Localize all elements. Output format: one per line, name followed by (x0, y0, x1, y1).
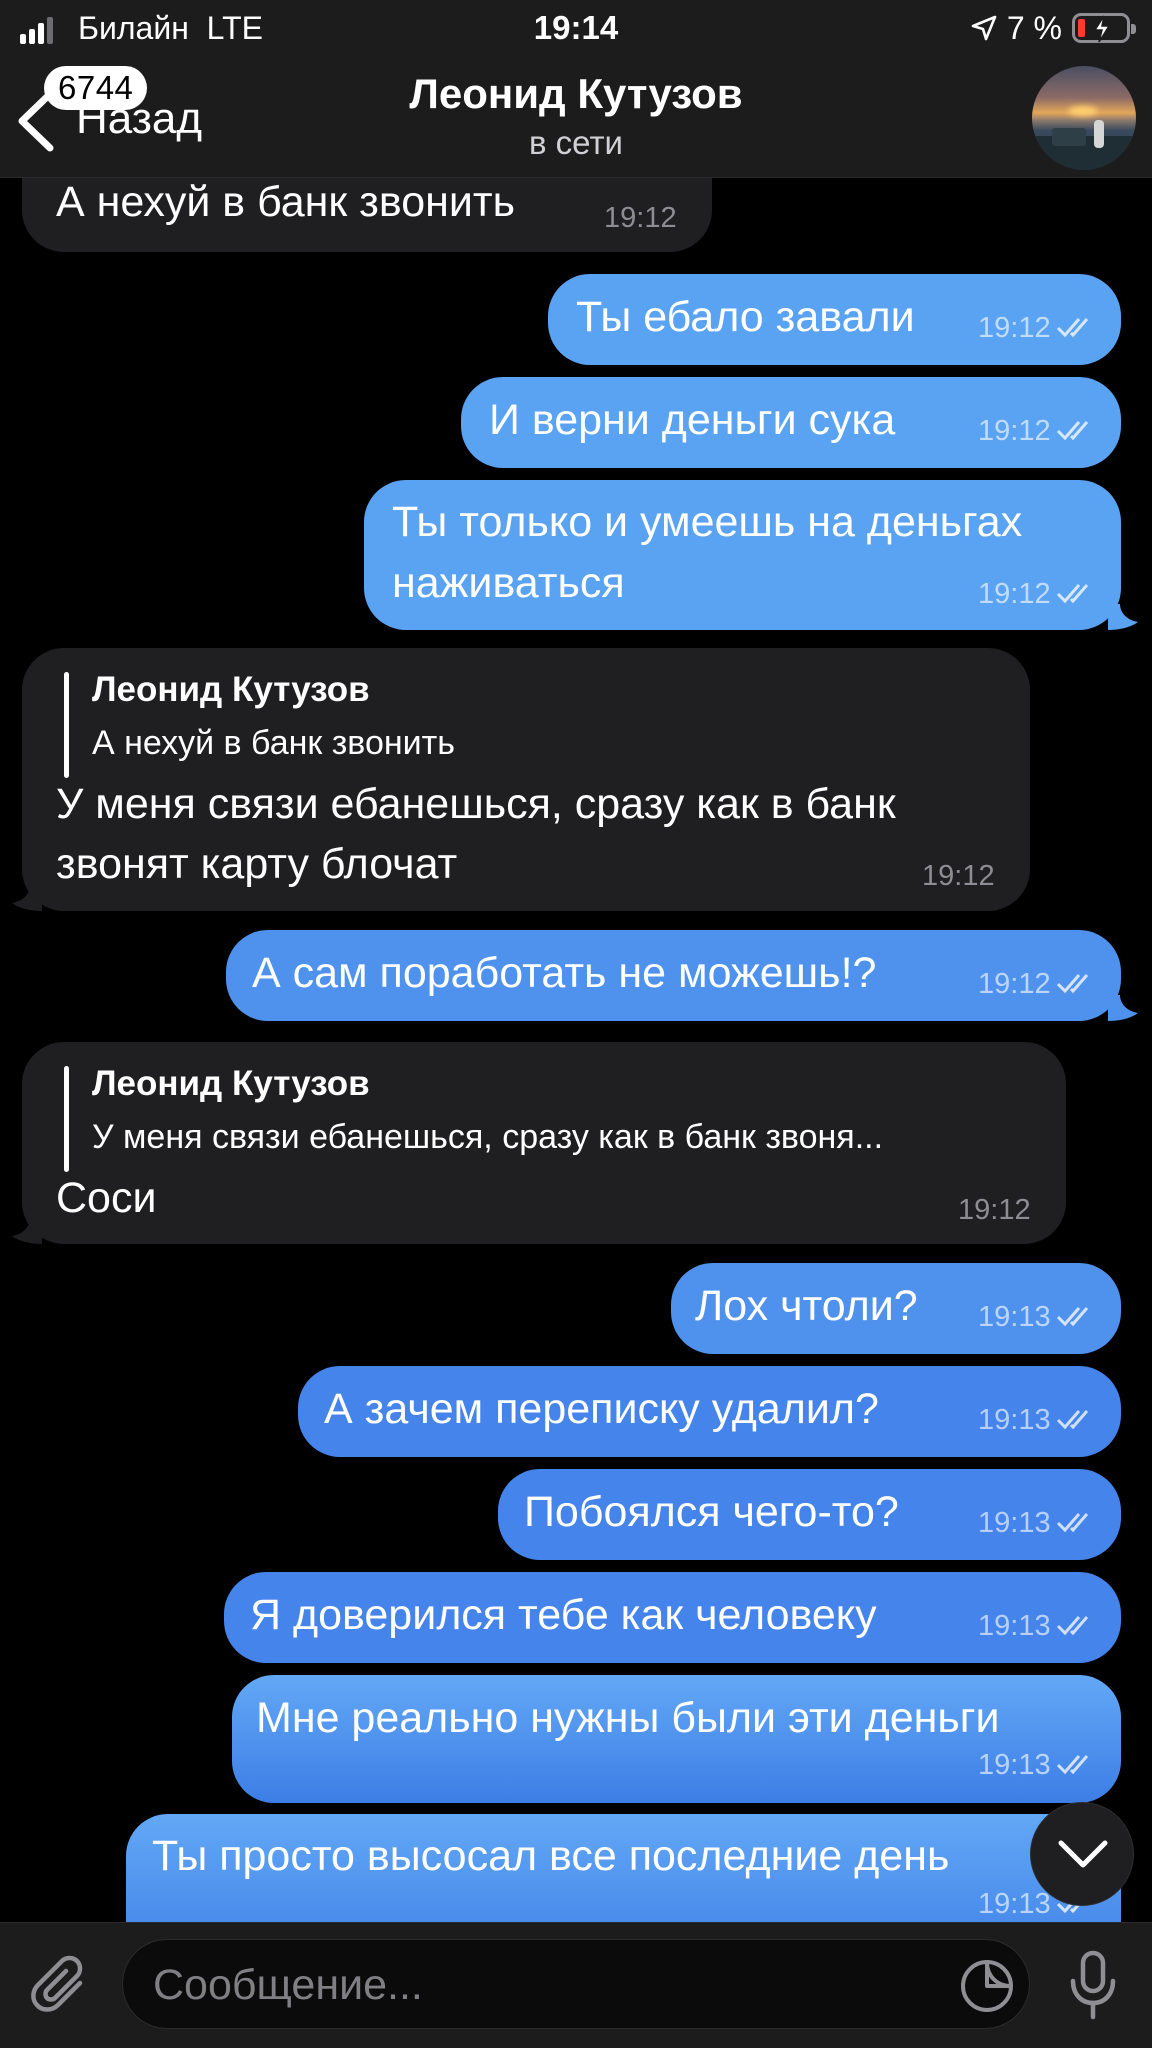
message-bubble-outgoing[interactable]: Лох чтоли? 19:13 (671, 1263, 1121, 1354)
battery-percent: 7 % (1006, 9, 1062, 46)
message-time: 19:12 (978, 415, 1051, 447)
message-text-line: Ты только и умеешь на деньгах (392, 498, 1023, 546)
message-text-line: наживаться (392, 559, 625, 607)
avatar[interactable] (1032, 66, 1136, 170)
microphone-icon[interactable] (1068, 1949, 1118, 2021)
scroll-to-bottom-button[interactable] (1030, 1802, 1134, 1906)
message-text: А сам поработать не можешь!? (252, 949, 877, 997)
status-bar: Билайн LTE 19:14 7 % (0, 0, 1152, 56)
read-checkmarks-icon (1056, 584, 1089, 604)
message-time: 19:13 (978, 1301, 1051, 1333)
bubble-tail (1108, 995, 1138, 1021)
message-time: 19:12 (604, 202, 677, 234)
status-right: 7 % (971, 9, 1136, 46)
reply-text: У меня связи ебанешься, сразу как в банк… (92, 1118, 884, 1156)
reply-quote-bar (64, 672, 69, 778)
message-time: 19:13 (978, 1404, 1051, 1436)
message-text: Побоялся чего-то? (524, 1488, 899, 1536)
message-input-field[interactable] (122, 1939, 1030, 2029)
message-time: 19:12 (978, 578, 1051, 610)
message-bubble-outgoing[interactable]: Я доверился тебе как человеку 19:13 (224, 1572, 1121, 1663)
message-time: 19:12 (922, 860, 995, 892)
read-checkmarks-icon (1056, 1616, 1089, 1636)
message-text: А нехуй в банк звонить (56, 178, 516, 226)
message-input[interactable] (153, 1950, 913, 2020)
read-checkmarks-icon (1056, 974, 1089, 994)
top-bar: Билайн LTE 19:14 7 % Назад 6744 Леонид К… (0, 0, 1152, 178)
message-bubble-outgoing[interactable]: Мне реально нужны были эти деньги 19:13 (232, 1675, 1121, 1803)
sticker-icon[interactable] (959, 1958, 1015, 2014)
message-time: 19:13 (978, 1749, 1051, 1781)
reply-quote-bar (64, 1066, 69, 1172)
message-text-line: звонят карту блочат (56, 840, 458, 888)
message-time: 19:13 (978, 1507, 1051, 1539)
read-checkmarks-icon (1056, 1410, 1089, 1430)
message-text: Лох чтоли? (695, 1282, 918, 1330)
reply-author: Леонид Кутузов (92, 1064, 370, 1103)
read-checkmarks-icon (1056, 421, 1089, 441)
message-text: А зачем переписку удалил? (324, 1385, 879, 1433)
message-bubble-outgoing[interactable]: А сам поработать не можешь!? 19:12 (226, 930, 1121, 1021)
message-text: И верни деньги сука (489, 396, 896, 444)
chevron-down-icon (1058, 1840, 1108, 1868)
read-checkmarks-icon (1056, 1755, 1089, 1775)
message-text: Соси (56, 1174, 157, 1222)
message-bubble-outgoing[interactable]: А зачем переписку удалил? 19:13 (298, 1366, 1121, 1457)
message-bubble-outgoing[interactable]: Ты ебало завали 19:12 (548, 274, 1121, 365)
message-bubble-outgoing[interactable]: Ты просто высосал все последние день 19:… (126, 1814, 1121, 1922)
bubble-tail (1108, 604, 1138, 630)
location-arrow-icon (971, 15, 997, 41)
chat-status: в сети (528, 124, 623, 161)
message-list[interactable]: А нехуй в банк звонить 19:12 Ты ебало за… (0, 178, 1152, 1922)
message-bubble-outgoing[interactable]: Побоялся чего-то? 19:13 (498, 1469, 1121, 1560)
message-time: 19:12 (958, 1194, 1031, 1226)
message-text-line: У меня связи ебанешься, сразу как в банк (56, 780, 896, 828)
message-text: Ты ебало завали (576, 293, 915, 341)
battery-icon (1072, 13, 1136, 43)
bubble-tail (12, 885, 42, 911)
message-bubble-incoming[interactable]: А нехуй в банк звонить 19:12 (22, 178, 712, 252)
message-time: 19:13 (978, 1610, 1051, 1642)
read-checkmarks-icon (1056, 1513, 1089, 1533)
chat-title[interactable]: Леонид Кутузов (0, 70, 1152, 118)
message-time: 19:12 (978, 968, 1051, 1000)
read-checkmarks-icon (1056, 1307, 1089, 1327)
bubble-tail (12, 1218, 42, 1244)
reply-author: Леонид Кутузов (92, 670, 370, 709)
paperclip-icon[interactable] (28, 1955, 92, 2019)
message-bubble-incoming[interactable]: Леонид Кутузов У меня связи ебанешься, с… (22, 1042, 1066, 1244)
reply-text: А нехуй в банк звонить (92, 724, 455, 762)
message-text: Я доверился тебе как человеку (250, 1591, 877, 1639)
message-input-bar (0, 1922, 1152, 2048)
message-bubble-outgoing[interactable]: И верни деньги сука 19:12 (461, 377, 1121, 468)
message-text: Мне реально нужны были эти деньги (256, 1694, 1000, 1742)
message-bubble-outgoing[interactable]: Ты только и умеешь на деньгах наживаться… (364, 480, 1121, 630)
message-bubble-incoming[interactable]: Леонид Кутузов А нехуй в банк звонить У … (22, 648, 1030, 911)
read-checkmarks-icon (1056, 318, 1089, 338)
message-text: Ты просто высосал все последние день (152, 1832, 950, 1880)
message-time: 19:13 (978, 1888, 1051, 1920)
message-time: 19:12 (978, 312, 1051, 344)
